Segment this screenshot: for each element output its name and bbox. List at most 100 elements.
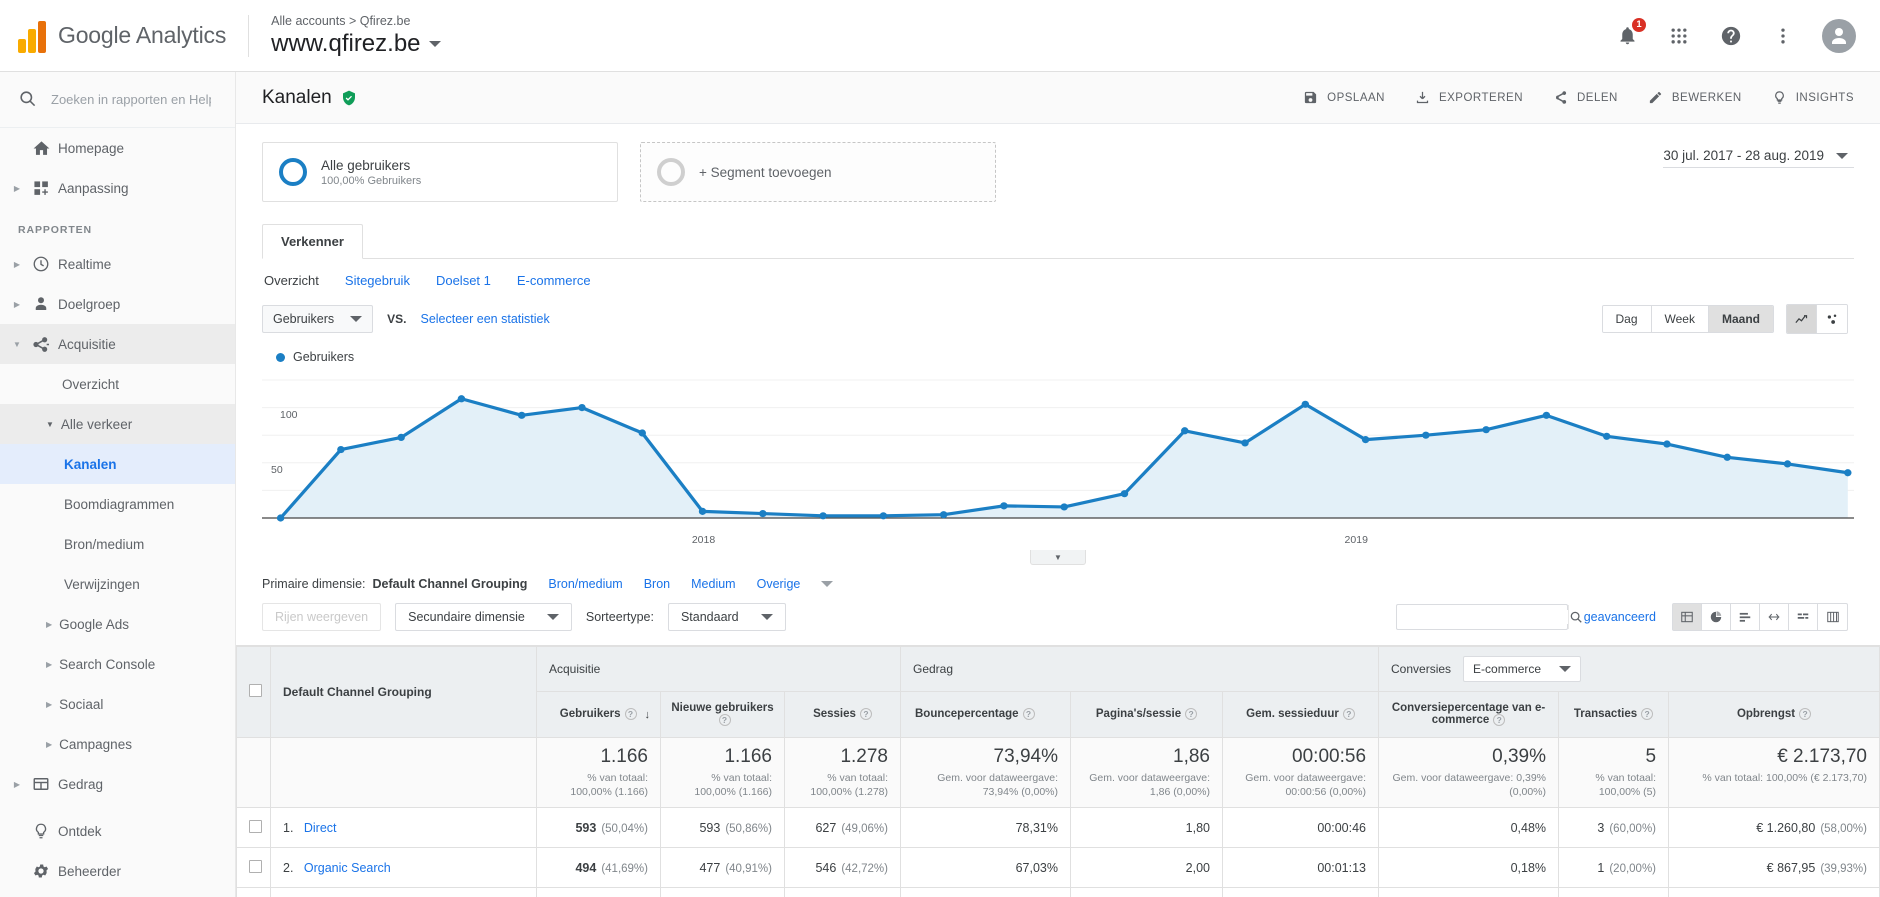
help-icon[interactable]	[1718, 23, 1744, 49]
sidebar-item-kanalen[interactable]: Kanalen	[0, 444, 235, 484]
column-header-opbrengst[interactable]: Opbrengst?	[1668, 691, 1880, 738]
avatar[interactable]	[1822, 18, 1856, 53]
table-row[interactable]: 2. Organic Search 494 (41,69%) 477 (40,91%…	[236, 847, 1880, 889]
select-all-cell[interactable]	[236, 646, 271, 738]
help-icon[interactable]: ?	[859, 708, 872, 721]
insights-button[interactable]: INSIGHTS	[1772, 90, 1854, 105]
conversions-select[interactable]: E-commerce	[1463, 656, 1582, 682]
row-checkbox[interactable]	[249, 819, 262, 833]
subtab-doelset-1[interactable]: Doelset 1	[436, 273, 491, 288]
dimension-link-bron[interactable]: Bron	[644, 577, 670, 591]
select-all-checkbox[interactable]	[249, 684, 262, 697]
select-metric-link[interactable]: Selecteer een statistiek	[420, 312, 549, 326]
more-options-icon[interactable]	[1770, 23, 1796, 49]
help-icon[interactable]: ?	[1799, 708, 1812, 721]
row-dimension-cell[interactable]: 1. Direct	[270, 807, 537, 849]
sidebar-item-acquisitie[interactable]: ▼ Acquisitie	[0, 324, 235, 364]
view-pivot-icon[interactable]	[1818, 604, 1847, 630]
advanced-link[interactable]: geavanceerd	[1584, 610, 1656, 624]
help-icon[interactable]: ?	[1185, 708, 1198, 721]
subtab-overzicht[interactable]: Overzicht	[264, 273, 319, 288]
sidebar-item-ontdek[interactable]: Ontdek	[0, 811, 235, 851]
row-channel-link[interactable]: Organic Search	[304, 861, 391, 875]
help-icon[interactable]: ?	[718, 714, 731, 727]
add-segment-button[interactable]: + Segment toevoegen	[640, 142, 996, 202]
help-icon[interactable]: ?	[1022, 708, 1035, 721]
search-input[interactable]	[51, 92, 211, 107]
table-search[interactable]	[1395, 604, 1582, 630]
edit-button[interactable]: BEWERKEN	[1648, 90, 1742, 105]
sidebar-item-homepage[interactable]: Homepage	[0, 128, 235, 168]
tab-verkenner[interactable]: Verkenner	[262, 224, 363, 259]
date-range-picker[interactable]: 30 jul. 2017 - 28 aug. 2019	[1663, 142, 1854, 168]
view-terms-icon[interactable]	[1789, 604, 1818, 630]
granularity-week[interactable]: Week	[1651, 306, 1709, 332]
dimension-header[interactable]: Default Channel Grouping	[270, 646, 537, 738]
row-checkbox-cell[interactable]	[236, 807, 271, 849]
sidebar-item-google-ads[interactable]: ▶ Google Ads	[0, 604, 235, 644]
sidebar-item-realtime[interactable]: ▶ Realtime	[0, 244, 235, 284]
dimension-link-overige[interactable]: Overige	[757, 577, 801, 591]
sidebar-item-alle-verkeer[interactable]: ▼ Alle verkeer	[0, 404, 235, 444]
save-button[interactable]: OPSLAAN	[1303, 90, 1385, 105]
sidebar-item-bron-medium[interactable]: Bron/medium	[0, 524, 235, 564]
users-timeseries-chart[interactable]: 100 50 2018 2019	[262, 368, 1854, 546]
sidebar-item-doelgroep[interactable]: ▶ Doelgroep	[0, 284, 235, 324]
column-header-transacties[interactable]: Transacties?	[1558, 691, 1670, 738]
row-checkbox-cell[interactable]	[236, 847, 271, 889]
view-pie-icon[interactable]	[1702, 604, 1731, 630]
view-performance-icon[interactable]	[1731, 604, 1760, 630]
sidebar-item-beheerder[interactable]: Beheerder	[0, 851, 235, 891]
secondary-dimension-button[interactable]: Secundaire dimensie	[395, 603, 572, 631]
sidebar-item-campagnes[interactable]: ▶ Campagnes	[0, 724, 235, 764]
dimension-link-bron-medium[interactable]: Bron/medium	[548, 577, 622, 591]
metric-selector[interactable]: Gebruikers	[262, 305, 374, 333]
bubble-chart-icon[interactable]	[1817, 305, 1847, 333]
sidebar-item-overzicht[interactable]: Overzicht	[0, 364, 235, 404]
row-dimension-cell[interactable]: 3. Referral	[270, 887, 537, 897]
view-table-icon[interactable]	[1673, 604, 1702, 630]
sidebar-item-gedrag[interactable]: ▶ Gedrag	[0, 764, 235, 804]
export-button[interactable]: EXPORTEREN	[1415, 90, 1523, 105]
help-icon[interactable]: ?	[1641, 708, 1654, 721]
property-name[interactable]: www.qfirez.be	[271, 30, 441, 58]
row-dimension-cell[interactable]: 2. Organic Search	[270, 847, 537, 889]
column-header-paginas-sessie[interactable]: Pagina's/sessie?	[1070, 691, 1223, 738]
help-icon[interactable]: ?	[624, 708, 637, 721]
account-selector[interactable]: Alle accounts > Qfirez.be www.qfirez.be	[271, 14, 441, 58]
help-icon[interactable]: ?	[1342, 708, 1355, 721]
row-checkbox[interactable]	[249, 859, 262, 873]
column-header-bouncepercentage[interactable]: Bouncepercentage?	[900, 691, 1071, 738]
view-comparison-icon[interactable]	[1760, 604, 1789, 630]
sidebar-item-verwijzingen[interactable]: Verwijzingen	[0, 564, 235, 604]
sidebar-item-boomdiagrammen[interactable]: Boomdiagrammen	[0, 484, 235, 524]
sort-type-select[interactable]: Standaard	[667, 603, 786, 631]
help-icon[interactable]: ?	[1493, 714, 1506, 727]
column-header-sessies[interactable]: Sessies?	[784, 691, 901, 738]
sidebar-item-sociaal[interactable]: ▶ Sociaal	[0, 684, 235, 724]
sidebar-search[interactable]	[0, 72, 235, 128]
notifications-bell-icon[interactable]: 1	[1614, 17, 1646, 49]
subtab-ecommerce[interactable]: E-commerce	[517, 273, 591, 288]
share-button[interactable]: DELEN	[1553, 90, 1618, 105]
column-header-gebruikers[interactable]: Gebruikers? ↓	[536, 691, 661, 738]
column-header-conversiepercentage[interactable]: Conversiepercentage van e-commerce?	[1378, 691, 1560, 738]
segment-all-users[interactable]: Alle gebruikers 100,00% Gebruikers	[262, 142, 618, 202]
table-row[interactable]: 3. Referral 71(5,99%) 69(5,92%) 77(6,03%…	[236, 887, 1880, 897]
sidebar-item-aanpassing[interactable]: ▶ Aanpassing	[0, 168, 235, 208]
column-header-gem-sessieduur[interactable]: Gem. sessieduur?	[1221, 691, 1380, 738]
primary-dimension-selected[interactable]: Default Channel Grouping	[373, 577, 528, 591]
granularity-dag[interactable]: Dag	[1602, 306, 1652, 332]
column-header-nieuwe-gebruikers[interactable]: Nieuwe gebruikers?	[660, 691, 785, 738]
line-chart-icon[interactable]	[1787, 305, 1817, 333]
table-row[interactable]: 1. Direct 593 (50,04%) 593 (50,86%) 627 (49…	[236, 807, 1880, 849]
row-channel-link[interactable]: Direct	[304, 821, 337, 835]
row-checkbox-cell[interactable]	[236, 887, 271, 897]
apps-grid-icon[interactable]	[1666, 23, 1692, 49]
collapse-chart-button[interactable]: ▼	[1030, 550, 1086, 565]
dimension-link-medium[interactable]: Medium	[691, 577, 735, 591]
sidebar-item-search-console[interactable]: ▶ Search Console	[0, 644, 235, 684]
subtab-sitegebruik[interactable]: Sitegebruik	[345, 273, 410, 288]
table-search-icon[interactable]	[1567, 605, 1583, 629]
granularity-maand[interactable]: Maand	[1708, 306, 1773, 332]
